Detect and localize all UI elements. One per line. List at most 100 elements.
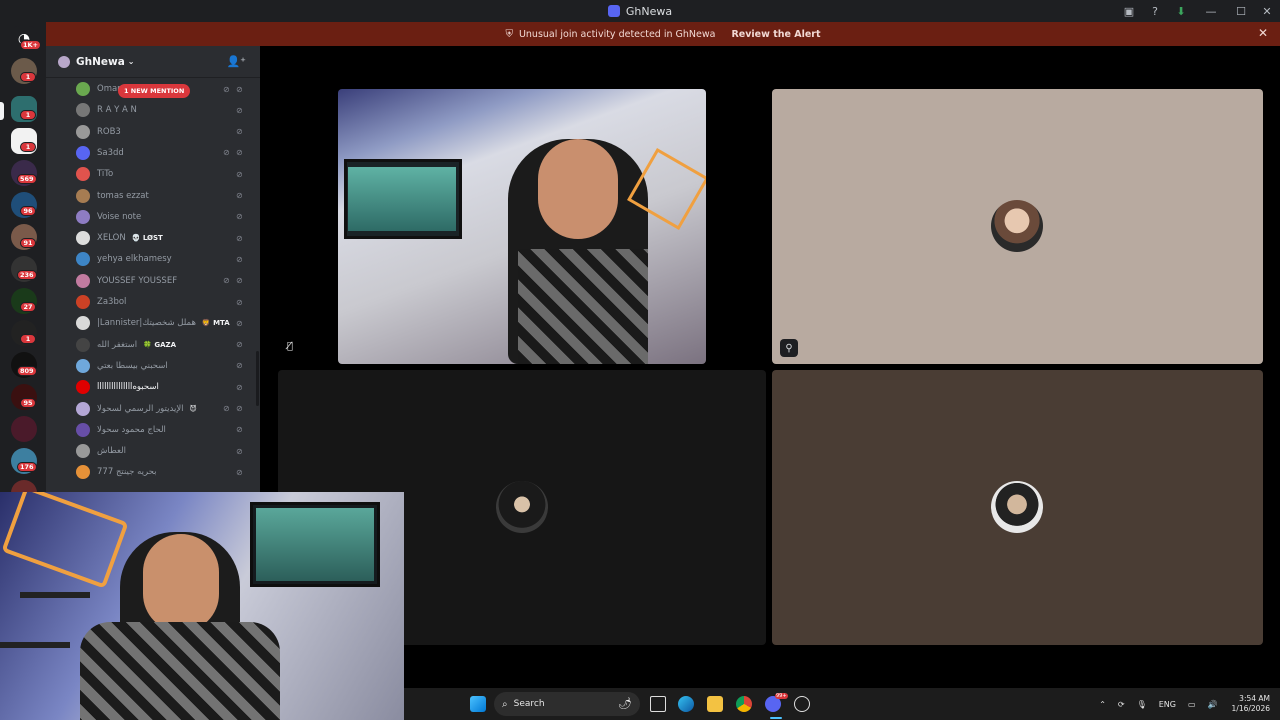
network-icon[interactable]: ▭ [1188, 700, 1196, 709]
muted-mic-icon: ⊘ [236, 212, 243, 222]
muted-mic-icon: ⊘ [236, 446, 243, 456]
alert-text: Unusual join activity detected in GhNewa [518, 28, 716, 40]
badge: 1K+ [20, 40, 42, 50]
voice-member-row[interactable]: Voise note ⊘ [76, 207, 254, 227]
voice-member-row[interactable]: الحاج محمود سحولا ⊘ [76, 420, 254, 440]
avatar [76, 316, 90, 331]
voice-member-row[interactable]: XELON 💀 LØST ⊘ [76, 228, 254, 248]
member-name: الإيديتور الرسمي لسحولا [97, 403, 184, 414]
settings-icon[interactable] [794, 696, 810, 712]
deafened-icon: ⊘ [223, 404, 230, 413]
avatar [76, 401, 90, 416]
voice-member-row[interactable]: Sa3dd ⊘ ⊘ [76, 143, 254, 163]
badge: 176 [17, 462, 37, 472]
activity-icon[interactable]: ⚲ [780, 339, 798, 357]
voice-member-row[interactable]: 777 بحريه جينتج ⊘ [76, 462, 254, 482]
member-name: الحاج محمود سحولا [97, 424, 166, 435]
edge-icon[interactable] [678, 696, 694, 712]
microphone-icon[interactable]: 🎙 [1137, 700, 1147, 709]
minimize-icon[interactable]: — [1194, 0, 1228, 22]
voice-member-row[interactable]: tomas ezzat ⊘ [76, 186, 254, 206]
muted-mic-icon: ⊘ [236, 148, 243, 158]
badge: 91 [20, 238, 36, 248]
avatar [76, 273, 90, 288]
badge: 96 [20, 206, 36, 216]
server-name: GhNewa [76, 55, 125, 68]
muted-mic-icon: 🎙̸ [287, 341, 294, 352]
language-indicator[interactable]: ENG [1159, 700, 1176, 709]
muted-mic-icon: ⊘ [236, 105, 243, 115]
avatar [76, 231, 90, 246]
review-alert-button[interactable]: Review the Alert [731, 29, 820, 40]
video-tile-streamer[interactable] [338, 89, 706, 364]
voice-member-row[interactable]: TiTo ⊘ [76, 164, 254, 184]
voice-member-row[interactable]: استغفر الله 🍀 GAZA ⊘ [76, 335, 254, 355]
avatar [991, 200, 1043, 252]
server-icon[interactable] [11, 416, 37, 442]
chrome-icon[interactable] [736, 696, 752, 712]
voice-member-row[interactable]: العطاش ⊘ [76, 441, 254, 461]
search-input[interactable]: ⌕ Search 🌶 [494, 692, 640, 716]
muted-mic-icon: ⊘ [236, 84, 243, 94]
system-tray: ⌃ ⟳ 🎙 ENG ▭ 🔊 3:54 AM 1/16/2026 [1087, 688, 1270, 720]
muted-mic-icon: ⊘ [236, 233, 243, 243]
badge: 1 [20, 334, 36, 344]
server-header[interactable]: GhNewa ⌄ 👤⁺ [46, 46, 260, 78]
close-icon[interactable]: ✕ [1258, 26, 1268, 40]
member-name: tomas ezzat [97, 190, 149, 201]
sync-icon[interactable]: ⟳ [1118, 700, 1125, 709]
server-rail: ◔ 1K+ 1 1 1 569 96 91 236 27 1 809 95 17… [0, 22, 46, 506]
download-icon[interactable]: ⬇ [1168, 0, 1194, 22]
task-view-icon[interactable] [650, 696, 666, 712]
close-icon[interactable]: ✕ [1254, 0, 1280, 22]
voice-member-row[interactable]: اسحبني بيسطا بعتي ⊘ [76, 356, 254, 376]
voice-member-row[interactable]: YOUSSEF YOUSSEF ⊘ ⊘ [76, 271, 254, 291]
voice-member-row[interactable]: الإيديتور الرسمي لسحولا 😈 ⊘ ⊘ [76, 399, 254, 419]
member-name: YOUSSEF YOUSSEF [97, 275, 178, 286]
volume-icon[interactable]: 🔊 [1208, 700, 1218, 709]
voice-member-row[interactable]: Za3bol ⊘ [76, 292, 254, 312]
badge: 1 [20, 110, 36, 120]
member-name: TiTo [97, 169, 114, 180]
deafened-icon: ⊘ [223, 148, 230, 158]
screen-share-icon[interactable]: ▣ [1116, 0, 1142, 22]
help-icon[interactable]: ? [1142, 0, 1168, 22]
video-tile-user-4[interactable] [772, 370, 1263, 645]
video-tile-user-2[interactable]: ⚲ [772, 89, 1263, 364]
member-tag: 💀 LØST [131, 234, 163, 243]
chevron-up-icon[interactable]: ⌃ [1099, 700, 1106, 709]
add-member-icon[interactable]: 👤⁺ [226, 55, 246, 68]
badge: 1 [20, 72, 36, 82]
muted-mic-icon: ⊘ [236, 276, 243, 286]
muted-mic-icon: ⊘ [236, 254, 243, 264]
search-placeholder: Search [513, 699, 545, 709]
scrollbar[interactable] [256, 351, 259, 406]
avatar [991, 481, 1043, 533]
voice-member-row[interactable]: ROB3 ⊘ [76, 122, 254, 142]
member-name: ROB3 [97, 126, 121, 137]
avatar [76, 209, 90, 224]
voice-member-row[interactable]: R A Y A N ⊘ [76, 100, 254, 120]
discord-app-icon [607, 5, 620, 17]
taskbar: ⌕ Search 🌶 99+ ⌃ ⟳ 🎙 ENG ▭ 🔊 3:54 AM 1/1… [404, 688, 1280, 720]
chevron-down-icon: ⌄ [127, 57, 135, 66]
member-name: |Lannister|هملل شخصيتك [97, 318, 196, 329]
avatar [76, 295, 90, 309]
new-mention-badge[interactable]: 1 NEW MENTION [118, 84, 191, 98]
window-title: GhNewa [625, 4, 673, 18]
file-explorer-icon[interactable] [707, 696, 723, 712]
member-name: 777 بحريه جينتج [97, 467, 157, 478]
avatar [76, 188, 90, 203]
maximize-icon[interactable]: ☐ [1228, 0, 1254, 22]
badge: 1 [20, 142, 36, 152]
voice-member-row[interactable]: |Lannister|هملل شخصيتك 🦁 MTA ⊘ [76, 313, 254, 333]
windows-start-icon[interactable] [470, 696, 486, 712]
avatar [76, 465, 90, 480]
clock[interactable]: 3:54 AM 1/16/2026 [1232, 694, 1270, 714]
discord-badge: 99+ [775, 693, 788, 699]
member-name: Za3bol [97, 297, 127, 307]
voice-member-row[interactable]: yehya elkhamesy ⊘ [76, 249, 254, 269]
member-name: استغفر الله [97, 339, 138, 350]
avatar [76, 124, 90, 139]
voice-member-row[interactable]: lllllllllllllllاسحبوه ⊘ [76, 377, 254, 397]
